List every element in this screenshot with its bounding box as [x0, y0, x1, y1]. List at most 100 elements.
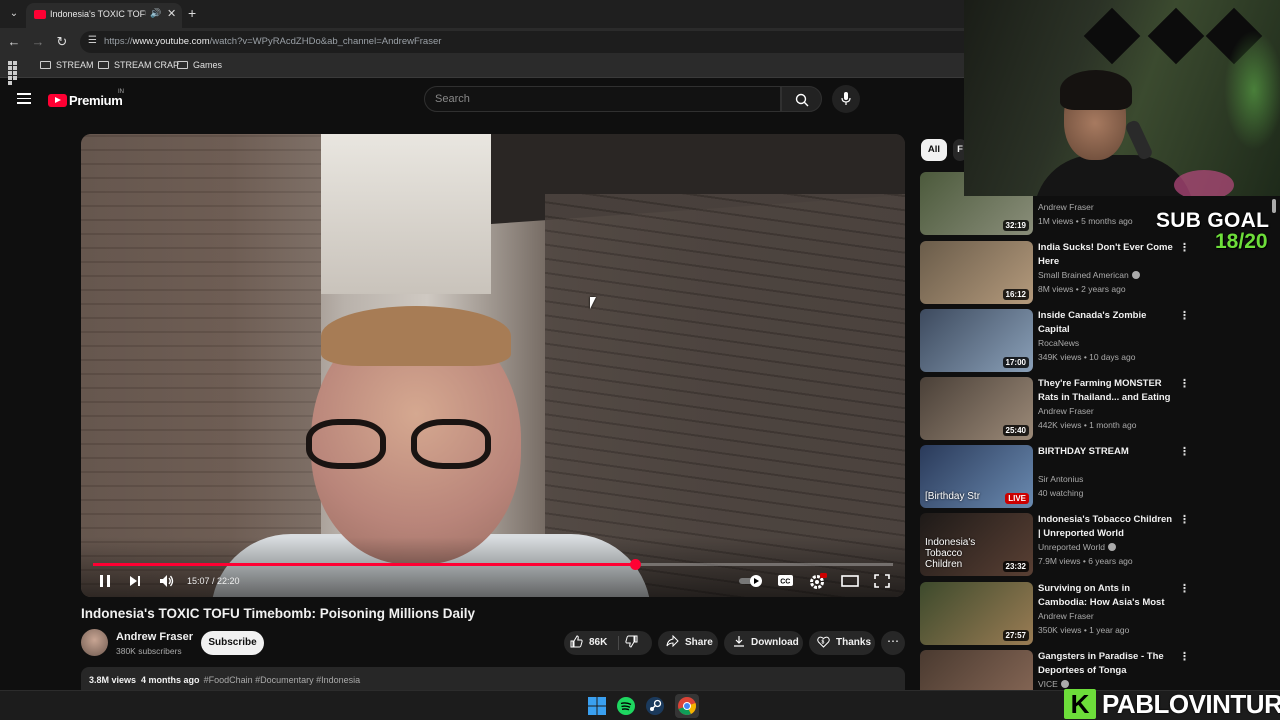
- more-vertical-icon[interactable]: ⋮: [1179, 243, 1190, 254]
- share-button[interactable]: Share: [658, 631, 718, 655]
- more-vertical-icon[interactable]: ⋮: [1179, 447, 1190, 458]
- video-player[interactable]: 15:07 / 22:20 CC: [81, 134, 905, 597]
- channel-avatar[interactable]: [81, 629, 108, 656]
- channel-label: Andrew Fraser: [1038, 202, 1094, 212]
- recommended-title[interactable]: Inside Canada's Zombie Capital: [1038, 309, 1174, 336]
- url-text[interactable]: https://www.youtube.com/watch?v=WPyRAcdZ…: [104, 36, 441, 47]
- recommended-channel[interactable]: Andrew Fraser: [1038, 611, 1094, 621]
- recommended-title[interactable]: They're Farming MONSTER Rats in Thailand…: [1038, 377, 1174, 405]
- recommended-meta: 442K views • 1 month ago: [1038, 420, 1137, 430]
- chevron-down-icon[interactable]: ⌄: [6, 6, 22, 22]
- recommended-video[interactable]: [Birthday Str LIVE BIRTHDAY STREAM Sir Anto…: [920, 445, 1192, 509]
- hashtags[interactable]: #FoodChain #Documentary #Indonesia: [204, 675, 361, 685]
- download-icon: [734, 636, 744, 647]
- scrollbar-thumb[interactable]: [1272, 199, 1276, 213]
- bookmark-label: Games: [193, 60, 223, 70]
- video-thumbnail[interactable]: [Birthday Str LIVE: [920, 445, 1033, 508]
- like-button[interactable]: 86K: [570, 631, 607, 655]
- audio-playing-icon[interactable]: 🔊: [150, 8, 161, 19]
- video-duration: 27:57: [1002, 630, 1029, 641]
- chip-all[interactable]: All: [921, 139, 947, 161]
- video-duration: 17:00: [1002, 357, 1029, 368]
- windows-start-icon[interactable]: [587, 696, 607, 716]
- recommended-video[interactable]: 17:00 Inside Canada's Zombie Capital RocaN…: [920, 309, 1192, 373]
- more-vertical-icon[interactable]: ⋮: [1179, 311, 1190, 322]
- progress-bar[interactable]: [93, 559, 893, 570]
- bookmark-stream[interactable]: STREAM: [40, 60, 94, 70]
- channel-name[interactable]: Andrew Fraser: [116, 631, 193, 643]
- close-tab-icon[interactable]: ✕: [167, 7, 176, 20]
- svg-text:$: $: [822, 639, 825, 645]
- bookmark-stream-crap[interactable]: STREAM CRAP: [98, 60, 179, 70]
- recommended-title[interactable]: BIRTHDAY STREAM: [1038, 445, 1174, 459]
- pause-button[interactable]: [98, 572, 112, 590]
- volume-button[interactable]: [159, 572, 175, 590]
- video-thumbnail[interactable]: 27:57: [920, 582, 1033, 645]
- more-vertical-icon[interactable]: ⋮: [1179, 584, 1190, 595]
- browser-tab[interactable]: Indonesia's TOXIC TOFU Tim 🔊 ✕: [26, 3, 182, 28]
- url-path: /watch?v=WPyRAcdZHDo&ab_channel=AndrewFr…: [209, 36, 442, 47]
- next-button[interactable]: [128, 572, 142, 590]
- recommended-channel[interactable]: RocaNews: [1038, 338, 1079, 348]
- recommended-title[interactable]: Indonesia's Tobacco Children | Unreporte…: [1038, 513, 1174, 540]
- address-bar[interactable]: ☰ https://www.youtube.com/watch?v=WPyRAc…: [80, 31, 980, 53]
- apps-grid-icon[interactable]: [8, 61, 19, 85]
- more-vertical-icon[interactable]: ⋮: [1179, 379, 1190, 390]
- video-thumbnail[interactable]: 16:12: [920, 241, 1033, 304]
- view-count: 3.8M views: [89, 675, 137, 685]
- settings-button[interactable]: [809, 572, 827, 590]
- youtube-premium-logo[interactable]: Premium IN: [48, 89, 124, 110]
- captions-button[interactable]: CC: [777, 572, 794, 590]
- dislike-button[interactable]: [625, 631, 644, 655]
- voice-search-button[interactable]: [832, 85, 860, 113]
- channel-label: Small Brained American: [1038, 270, 1129, 280]
- video-thumbnail[interactable]: 17:00: [920, 309, 1033, 372]
- recommended-channel[interactable]: Small Brained American: [1038, 270, 1140, 280]
- video-frame-glasses: [306, 419, 501, 474]
- theater-mode-button[interactable]: [841, 572, 859, 590]
- recommended-title[interactable]: Gangsters in Paradise - The Deportees of…: [1038, 650, 1174, 677]
- more-vertical-icon[interactable]: ⋮: [1179, 652, 1190, 663]
- download-button[interactable]: Download: [724, 631, 803, 655]
- like-dislike-group: 86K: [564, 631, 652, 655]
- spotify-icon[interactable]: [616, 696, 636, 716]
- site-info-icon[interactable]: ☰: [88, 35, 97, 46]
- share-label: Share: [685, 637, 713, 648]
- recommended-video[interactable]: 16:12 India Sucks! Don't Ever Come Here Sm…: [920, 241, 1192, 305]
- thumbs-down-icon: [625, 635, 638, 648]
- menu-icon[interactable]: [17, 93, 31, 104]
- recommended-video[interactable]: 27:57 Surviving on Ants in Cambodia: How …: [920, 582, 1192, 646]
- more-vertical-icon[interactable]: ⋮: [1179, 515, 1190, 526]
- scrubber-handle[interactable]: [629, 559, 641, 570]
- forward-arrow-icon[interactable]: →: [30, 34, 46, 49]
- recommended-video[interactable]: Indonesia's Tobacco Children 23:32 Indones…: [920, 513, 1192, 577]
- channel-label: Andrew Fraser: [1038, 406, 1094, 416]
- search-button[interactable]: [781, 86, 822, 112]
- fullscreen-icon: [874, 574, 890, 588]
- recommended-channel[interactable]: Andrew Fraser: [1038, 406, 1094, 416]
- recommended-channel[interactable]: Unreported World: [1038, 542, 1116, 552]
- recommended-channel[interactable]: Sir Antonius: [1038, 474, 1083, 484]
- bookmark-games[interactable]: Games: [177, 60, 222, 70]
- new-tab-button[interactable]: +: [188, 5, 196, 21]
- chrome-icon[interactable]: [677, 696, 697, 716]
- recommended-channel[interactable]: VICE: [1038, 679, 1069, 689]
- subscribe-button[interactable]: Subscribe: [201, 631, 264, 655]
- search-input[interactable]: [435, 93, 765, 105]
- recommended-title[interactable]: India Sucks! Don't Ever Come Here: [1038, 241, 1174, 268]
- steam-icon[interactable]: [645, 696, 665, 716]
- reload-icon[interactable]: ↻: [54, 34, 70, 50]
- video-thumbnail[interactable]: Indonesia's Tobacco Children 23:32: [920, 513, 1033, 576]
- recommended-title[interactable]: Surviving on Ants in Cambodia: How Asia'…: [1038, 582, 1174, 610]
- thanks-button[interactable]: $ Thanks: [809, 631, 875, 655]
- video-frame-hair: [321, 306, 511, 366]
- folder-icon: [177, 61, 188, 69]
- more-actions-button[interactable]: ⋯: [881, 631, 905, 655]
- recommended-video[interactable]: 25:40 They're Farming MONSTER Rats in Tha…: [920, 377, 1192, 441]
- back-arrow-icon[interactable]: ←: [6, 34, 22, 49]
- autoplay-toggle[interactable]: [738, 572, 764, 590]
- recommended-channel[interactable]: Andrew Fraser: [1038, 202, 1094, 212]
- video-thumbnail[interactable]: 25:40: [920, 377, 1033, 440]
- fullscreen-button[interactable]: [874, 572, 890, 590]
- verified-check-icon: [1107, 543, 1116, 551]
